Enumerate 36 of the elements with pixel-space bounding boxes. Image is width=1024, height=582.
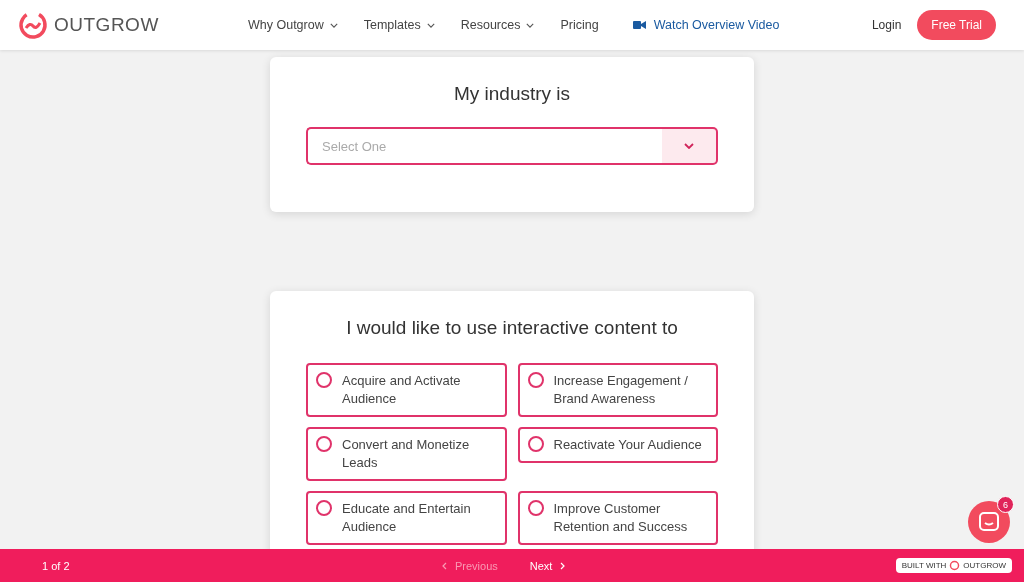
- option-card[interactable]: Reactivate Your Audience: [517, 427, 718, 463]
- chevron-down-icon[interactable]: [526, 22, 535, 28]
- radio-icon: [527, 436, 544, 452]
- outgrow-logo-icon: [949, 560, 961, 571]
- chat-button[interactable]: [968, 501, 1010, 543]
- chevron-down-icon[interactable]: [329, 22, 338, 28]
- option-card[interactable]: Educate and Entertain Audience: [306, 491, 507, 545]
- option-card[interactable]: Convert and Monetize Leads: [306, 427, 507, 481]
- radio-icon: [316, 436, 332, 452]
- notification-badge: 6: [997, 496, 1014, 513]
- radio-icon: [316, 500, 332, 516]
- nav-link[interactable]: Resources: [460, 18, 521, 32]
- next-button[interactable]: Next: [529, 559, 566, 572]
- nav-link[interactable]: Pricing: [560, 18, 599, 32]
- chevron-right-icon: [560, 561, 566, 570]
- question-title: My industry is: [452, 83, 572, 105]
- radio-icon: [527, 500, 544, 516]
- watch-video-link[interactable]: Watch Overview Video: [653, 18, 780, 32]
- chevron-left-icon: [442, 561, 447, 570]
- outgrow-logo-icon: [18, 10, 48, 40]
- chevron-down-icon[interactable]: [426, 22, 435, 28]
- radio-icon: [527, 372, 544, 388]
- option-card[interactable]: Increase Engagement / Brand Awareness: [517, 363, 718, 417]
- built-with-badge[interactable]: BUILT WITH OUTGROW: [895, 558, 1012, 573]
- question-title: I would like to use interactive content to: [345, 317, 679, 339]
- chat-icon: [978, 511, 1000, 533]
- free-trial-button[interactable]: Free Trial: [917, 10, 996, 40]
- brand-name[interactable]: OUTGROW: [54, 14, 159, 36]
- nav-link[interactable]: Templates: [363, 18, 421, 32]
- progress-text: 1 of 2: [42, 559, 71, 572]
- login-link[interactable]: Login: [871, 18, 902, 32]
- option-card[interactable]: Acquire and Activate Audience: [306, 363, 507, 417]
- radio-icon: [316, 372, 332, 388]
- option-card[interactable]: Improve Customer Retention and Success: [517, 491, 718, 545]
- video-camera-icon[interactable]: [632, 20, 646, 30]
- nav-link[interactable]: Why Outgrow: [248, 18, 324, 32]
